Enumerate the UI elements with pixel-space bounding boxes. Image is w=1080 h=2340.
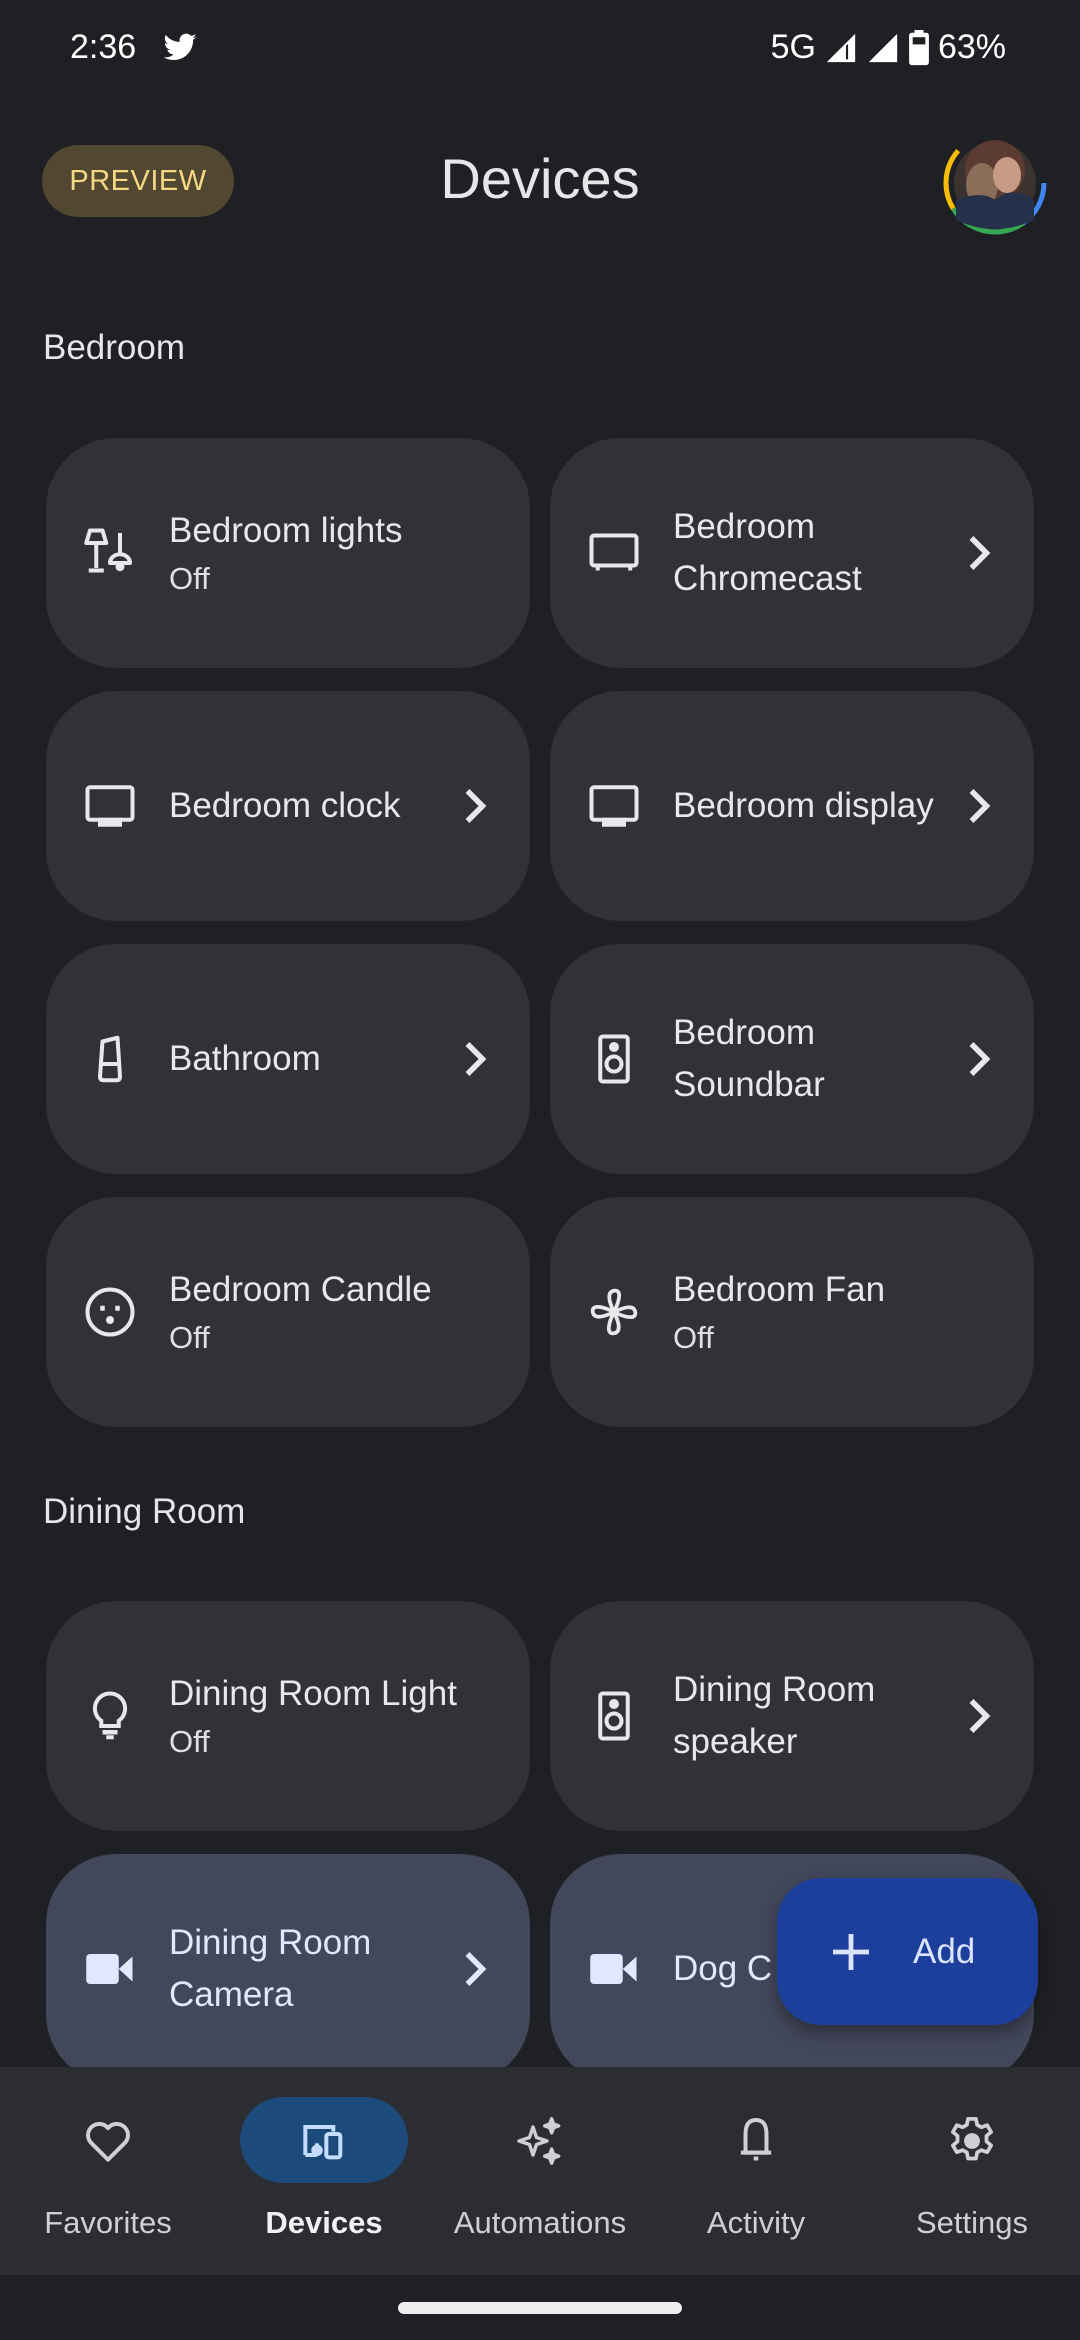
nav-label: Settings: [915, 2205, 1028, 2240]
device-card[interactable]: Dining Room Light Off: [46, 1601, 530, 1831]
videocam-icon: [80, 1939, 140, 1999]
battery-percent: 63%: [937, 28, 1006, 66]
plus-icon: [833, 1933, 869, 1970]
nav-tab-settings[interactable]: Settings: [864, 2067, 1080, 2275]
sparkle-icon: [517, 2117, 561, 2165]
chevron-right-icon: [969, 1699, 991, 1733]
tv-icon: [584, 523, 644, 583]
device-card[interactable]: Dining Room speaker: [550, 1601, 1034, 1831]
device-card[interactable]: Bathroom: [46, 944, 530, 1174]
add-button-label: Add: [913, 1931, 976, 1971]
device-card[interactable]: Bedroom Fan Off: [550, 1197, 1034, 1427]
device-name: Bedroom lights: [169, 511, 403, 550]
device-state: Off: [169, 561, 210, 596]
bell-icon: [740, 2118, 772, 2161]
section-title-bedroom: Bedroom: [43, 328, 186, 367]
battery-icon: [909, 29, 929, 65]
device-name: Bathroom: [169, 1039, 321, 1078]
device-name: Bedroom clock: [169, 786, 401, 825]
nav-tab-devices[interactable]: Devices: [216, 2067, 432, 2275]
device-name: Bedroom Fan: [673, 1270, 886, 1309]
chevron-right-icon: [969, 789, 991, 823]
chevron-right-icon: [969, 536, 991, 570]
add-button[interactable]: Add: [777, 1878, 1038, 2025]
videocam-icon: [584, 1939, 644, 1999]
device-card-camera[interactable]: Dining Room Camera: [46, 1854, 530, 2084]
nav-label: Favorites: [44, 2205, 172, 2240]
device-card[interactable]: Bedroom clock: [46, 691, 530, 921]
lightbulb-icon: [80, 1686, 140, 1746]
device-card[interactable]: Bedroom display: [550, 691, 1034, 921]
device-card[interactable]: Bedroom Chromecast: [550, 438, 1034, 668]
account-avatar[interactable]: [942, 130, 1048, 236]
status-bar: 2:36 5G 63%: [0, 0, 1080, 100]
twitter-icon: [163, 33, 197, 61]
device-card[interactable]: Bedroom lights Off: [46, 438, 530, 668]
chevron-right-icon: [465, 789, 487, 823]
device-name: Dining Room Light: [169, 1674, 457, 1713]
chevron-right-icon: [465, 1952, 487, 1986]
chevron-right-icon: [465, 1042, 487, 1076]
nav-label: Devices: [265, 2205, 383, 2240]
app-header: PREVIEW Devices: [0, 130, 1080, 235]
display-icon: [80, 776, 140, 836]
device-name: Dining Room speaker: [673, 1670, 876, 1761]
devices-icon: [303, 2125, 343, 2160]
speaker-icon: [584, 1029, 644, 1089]
device-name: Bedroom Chromecast: [673, 507, 862, 598]
chevron-right-icon: [969, 1042, 991, 1076]
nav-label: Automations: [453, 2205, 627, 2240]
nav-tab-automations[interactable]: Automations: [432, 2067, 648, 2275]
status-time: 2:36: [70, 28, 137, 66]
device-name: Bedroom display: [673, 786, 934, 825]
section-title-dining-room: Dining Room: [43, 1492, 246, 1531]
device-name: Dining Room Camera: [169, 1923, 372, 2014]
smart-speaker-icon: [80, 1029, 140, 1089]
page-title: Devices: [440, 147, 640, 210]
gear-icon: [951, 2116, 993, 2161]
lamp-group-icon: [80, 523, 140, 583]
device-state: Off: [169, 1320, 210, 1355]
bottom-navigation: Favorites Devices Automations Activity S…: [0, 2067, 1080, 2275]
device-name: Bedroom Soundbar: [673, 1013, 825, 1104]
status-indicators: 5G 63%: [771, 28, 1006, 67]
home-indicator[interactable]: [398, 2302, 682, 2314]
nav-tab-activity[interactable]: Activity: [648, 2067, 864, 2275]
device-card[interactable]: Bedroom Candle Off: [46, 1197, 530, 1427]
nav-label: Activity: [706, 2205, 806, 2240]
signal-icon-2: [868, 33, 898, 62]
signal-icon: [826, 33, 856, 62]
heart-icon: [86, 2122, 130, 2162]
nav-tab-favorites[interactable]: Favorites: [0, 2067, 216, 2275]
display-icon: [584, 776, 644, 836]
fan-icon: [584, 1282, 644, 1342]
speaker-icon: [584, 1686, 644, 1746]
network-type: 5G: [770, 28, 816, 66]
outlet-icon: [80, 1282, 140, 1342]
device-state: Off: [169, 1724, 210, 1759]
device-card[interactable]: Bedroom Soundbar: [550, 944, 1034, 1174]
device-state: Off: [673, 1320, 714, 1355]
device-name: Bedroom Candle: [169, 1270, 432, 1309]
